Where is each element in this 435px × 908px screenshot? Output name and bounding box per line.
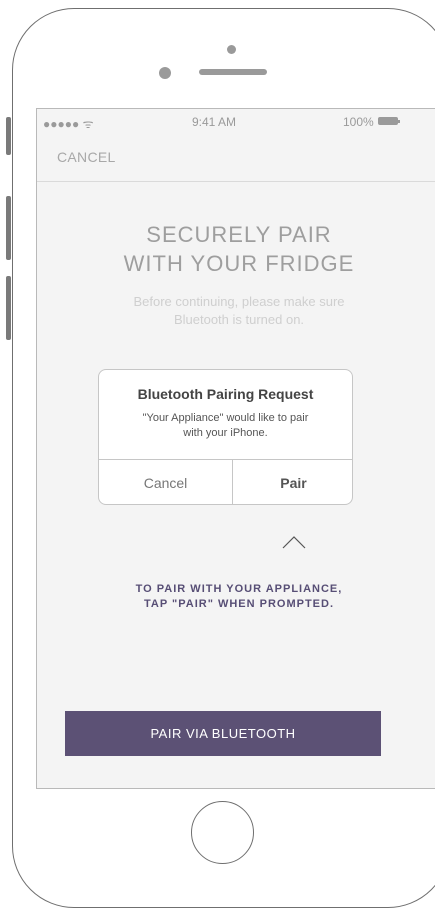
instruction-line-1: TO PAIR WITH YOUR APPLIANCE, <box>135 583 343 595</box>
navigation-bar: CANCEL <box>37 135 435 182</box>
earpiece-speaker <box>199 69 267 75</box>
dialog-pair-button: Pair <box>280 475 307 491</box>
page-title-line-1: SECURELY PAIR <box>146 222 332 247</box>
instruction-line-2: TAP "PAIR" WHEN PROMPTED. <box>143 598 335 610</box>
dialog-title: Bluetooth Pairing Request <box>137 386 314 402</box>
cancel-button[interactable]: CANCEL <box>57 149 116 165</box>
battery-percentage: 100% <box>343 115 374 129</box>
battery-icon <box>378 117 400 125</box>
volume-up-button <box>6 196 11 260</box>
dialog-message-line-1: "Your Appliance" would like to pair <box>142 412 309 424</box>
signal-wifi-indicator: ●●●●● ᯤ <box>43 117 94 131</box>
app-screen: ●●●●● ᯤ 9:41 AM 100% CANCEL SECURELY PAI… <box>36 108 435 789</box>
dialog-cancel-button: Cancel <box>99 460 233 504</box>
home-button[interactable] <box>191 801 254 864</box>
dialog-message-line-2: with your iPhone. <box>183 427 268 439</box>
status-time: 9:41 AM <box>192 115 237 129</box>
front-camera <box>159 67 171 79</box>
page-title-line-2: WITH YOUR FRIDGE <box>123 251 355 276</box>
proximity-sensor <box>227 45 236 54</box>
pointer-up-icon <box>282 536 306 549</box>
dialog-button-row: Cancel Pair <box>99 459 352 504</box>
subtitle-line-2: Bluetooth is turned on. <box>173 312 305 327</box>
mute-switch <box>6 117 11 155</box>
subtitle-line-1: Before continuing, please make sure <box>133 294 345 309</box>
status-bar: ●●●●● ᯤ 9:41 AM 100% <box>37 109 435 135</box>
volume-down-button <box>6 276 11 340</box>
pair-via-bluetooth-button[interactable]: PAIR VIA BLUETOOTH <box>65 711 381 756</box>
bluetooth-pairing-dialog-illustration: Bluetooth Pairing Request "Your Applianc… <box>98 369 353 505</box>
